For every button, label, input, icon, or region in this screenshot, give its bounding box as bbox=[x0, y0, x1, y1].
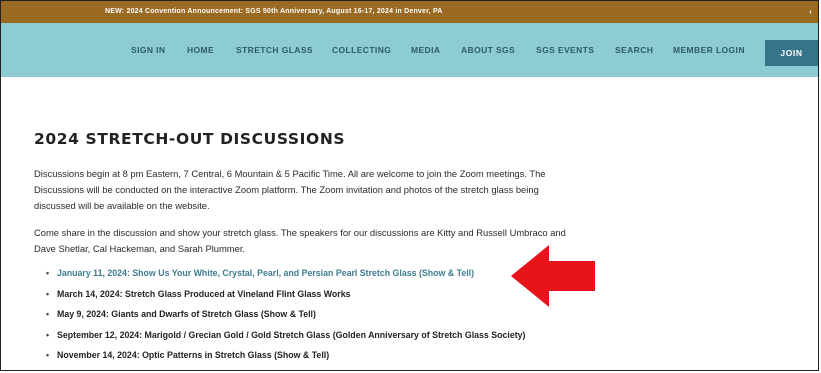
announcement-bar[interactable]: NEW: 2024 Convention Announcement: SGS 5… bbox=[1, 1, 818, 23]
nav-home[interactable]: HOME bbox=[187, 23, 214, 77]
main-navigation: SIGN IN HOME STRETCH GLASS COLLECTING ME… bbox=[1, 23, 818, 77]
discussion-text-march: March 14, 2024: Stretch Glass Produced a… bbox=[57, 288, 351, 299]
nav-collecting[interactable]: COLLECTING bbox=[332, 23, 391, 77]
announcement-arrow-icon[interactable]: ‹ bbox=[809, 1, 812, 23]
nav-about-sgs[interactable]: ABOUT SGS bbox=[461, 23, 515, 77]
discussion-text-may: May 9, 2024: Giants and Dwarfs of Stretc… bbox=[57, 309, 316, 320]
discussion-item-march: • March 14, 2024: Stretch Glass Produced… bbox=[46, 286, 526, 307]
bullet-icon: • bbox=[46, 268, 50, 278]
intro-paragraph: Discussions begin at 8 pm Eastern, 7 Cen… bbox=[34, 168, 546, 211]
discussion-item-november: • November 14, 2024: Optic Patterns in S… bbox=[46, 347, 526, 368]
nav-stretch-glass[interactable]: STRETCH GLASS bbox=[236, 23, 313, 77]
discussion-link-january[interactable]: January 11, 2024: Show Us Your White, Cr… bbox=[57, 268, 474, 278]
red-arrow-icon bbox=[511, 245, 595, 307]
red-arrow-shape bbox=[511, 245, 595, 307]
nav-media[interactable]: MEDIA bbox=[411, 23, 440, 77]
bullet-icon: • bbox=[46, 350, 50, 361]
discussion-text-november: November 14, 2024: Optic Patterns in Str… bbox=[57, 350, 330, 361]
discussion-text-september: September 12, 2024: Marigold / Grecian G… bbox=[57, 329, 526, 340]
discussion-item-january[interactable]: • January 11, 2024: Show Us Your White, … bbox=[46, 265, 526, 286]
nav-sign-in[interactable]: SIGN IN bbox=[131, 23, 165, 77]
bullet-icon: • bbox=[46, 309, 50, 320]
speakers-paragraph: Come share in the discussion and show yo… bbox=[34, 227, 566, 254]
bullet-icon: • bbox=[46, 329, 50, 340]
bullet-icon: • bbox=[46, 288, 50, 299]
discussion-item-may: • May 9, 2024: Giants and Dwarfs of Stre… bbox=[46, 306, 526, 327]
browser-screenshot-frame: NEW: 2024 Convention Announcement: SGS 5… bbox=[0, 0, 819, 371]
nav-sgs-events[interactable]: SGS EVENTS bbox=[536, 23, 594, 77]
discussion-list: • January 11, 2024: Show Us Your White, … bbox=[46, 265, 526, 368]
nav-search[interactable]: SEARCH bbox=[615, 23, 653, 77]
discussion-item-september: • September 12, 2024: Marigold / Grecian… bbox=[46, 327, 526, 348]
nav-member-login[interactable]: MEMBER LOGIN bbox=[673, 23, 745, 77]
announcement-text[interactable]: NEW: 2024 Convention Announcement: SGS 5… bbox=[105, 1, 443, 23]
page-title: 2024 STRETCH-OUT DISCUSSIONS bbox=[34, 130, 346, 148]
join-button[interactable]: JOIN bbox=[765, 40, 818, 66]
